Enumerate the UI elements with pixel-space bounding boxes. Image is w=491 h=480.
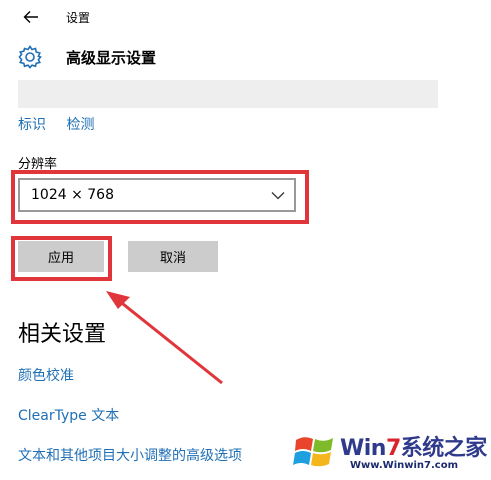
page-header: 高级显示设置 bbox=[0, 34, 491, 80]
page-title: 高级显示设置 bbox=[66, 49, 157, 67]
back-button[interactable] bbox=[19, 7, 43, 27]
display-links: 标识 检测 bbox=[18, 114, 110, 134]
identify-link[interactable]: 标识 bbox=[18, 117, 46, 133]
window-title: 设置 bbox=[66, 11, 91, 25]
back-arrow-icon bbox=[23, 11, 38, 23]
advanced-sizing-link[interactable]: 文本和其他项目大小调整的高级选项 bbox=[18, 445, 242, 465]
title-bar: 设置 bbox=[0, 0, 491, 34]
windows-logo-icon bbox=[293, 437, 333, 467]
related-settings-title: 相关设置 bbox=[18, 322, 107, 347]
apply-button[interactable]: 应用 bbox=[18, 241, 104, 272]
cleartype-text-link[interactable]: ClearType 文本 bbox=[18, 405, 119, 425]
resolution-dropdown[interactable]: 1024 × 768 bbox=[18, 178, 296, 212]
cancel-button[interactable]: 取消 bbox=[128, 241, 218, 272]
watermark-url: Www.Winwin7.com bbox=[350, 460, 459, 471]
chevron-down-icon bbox=[271, 192, 285, 200]
color-calibration-link[interactable]: 颜色校准 bbox=[18, 365, 74, 385]
resolution-value: 1024 × 768 bbox=[31, 187, 114, 203]
detect-link[interactable]: 检测 bbox=[66, 117, 94, 133]
display-preview[interactable] bbox=[18, 80, 438, 108]
watermark-brand: Win7系统之家 bbox=[340, 436, 487, 461]
gear-icon bbox=[18, 45, 42, 69]
site-watermark: Win7系统之家 Www.Winwin7.com bbox=[292, 426, 491, 480]
